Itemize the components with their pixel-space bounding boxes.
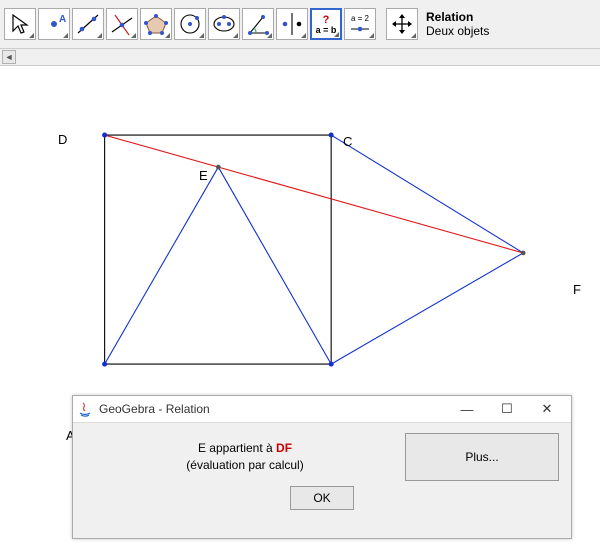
msg-object: DF — [276, 441, 292, 455]
msg-subline: (évaluation par calcul) — [186, 458, 303, 472]
point-D[interactable] — [102, 133, 107, 138]
svg-text:A: A — [59, 14, 66, 25]
msg-prefix: E appartient à — [198, 441, 276, 455]
tool-perpendicular[interactable] — [106, 8, 138, 40]
dialog-message: E appartient à DF (évaluation par calcul… — [85, 440, 405, 474]
dialog-titlebar[interactable]: GeoGebra - Relation — ☐ ✕ — [73, 396, 571, 423]
dialog-title-text: GeoGebra - Relation — [99, 402, 210, 416]
segment-BF[interactable] — [331, 253, 523, 364]
tool-subtitle: Deux objets — [426, 24, 489, 38]
point-label-D: D — [58, 132, 67, 147]
segment-EB[interactable] — [218, 167, 331, 364]
tool-title: Relation — [426, 10, 489, 24]
tool-circle[interactable] — [174, 8, 206, 40]
tool-slider[interactable]: a = 2 — [344, 8, 376, 40]
plus-button[interactable]: Plus... — [405, 433, 559, 481]
tool-point[interactable]: A — [38, 8, 70, 40]
segment-CF[interactable] — [331, 135, 523, 253]
point-label-F: F — [573, 282, 581, 297]
toolbar-scroll-left[interactable]: ◄ — [2, 50, 16, 64]
tool-move-view[interactable] — [386, 8, 418, 40]
toolbar: A ?a = b a = 2 — [0, 0, 600, 49]
maximize-button[interactable]: ☐ — [487, 397, 527, 421]
tool-line[interactable] — [72, 8, 104, 40]
close-button[interactable]: ✕ — [527, 397, 567, 421]
tool-description: Relation Deux objets — [426, 10, 489, 39]
point-label-E: E — [199, 168, 208, 183]
toolbar-scroll-row: ◄ — [0, 49, 600, 66]
relation-dialog: GeoGebra - Relation — ☐ ✕ E appartient à… — [72, 395, 572, 539]
point-B[interactable] — [329, 362, 334, 367]
point-label-C: C — [343, 134, 352, 149]
point-E[interactable] — [216, 165, 221, 170]
svg-text:a = 2: a = 2 — [351, 14, 370, 23]
java-icon — [77, 401, 93, 417]
minimize-button[interactable]: — — [447, 397, 487, 421]
tool-relation[interactable]: ?a = b — [310, 8, 342, 40]
segment-DF[interactable] — [105, 135, 524, 253]
tool-angle[interactable] — [242, 8, 274, 40]
point-F[interactable] — [521, 251, 526, 256]
ok-button[interactable]: OK — [290, 486, 353, 510]
segment-AE[interactable] — [105, 167, 219, 364]
tool-polygon[interactable] — [140, 8, 172, 40]
geometry-canvas[interactable]: ABCDEF — [0, 66, 600, 386]
point-A[interactable] — [102, 362, 107, 367]
tool-ellipse[interactable] — [208, 8, 240, 40]
point-C[interactable] — [329, 133, 334, 138]
tool-pointer[interactable] — [4, 8, 36, 40]
tool-reflect[interactable] — [276, 8, 308, 40]
